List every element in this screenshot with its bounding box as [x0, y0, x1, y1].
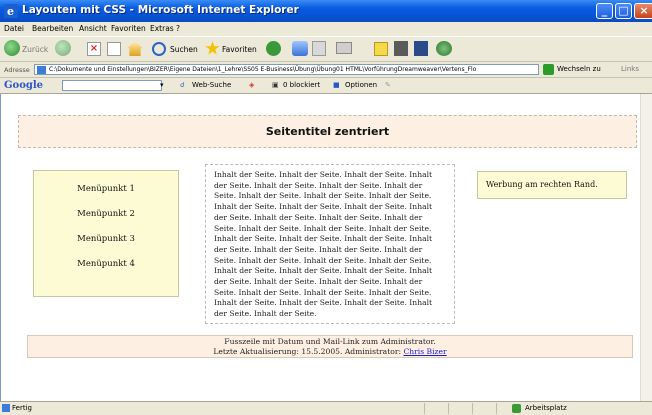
menu-bar: Datei Bearbeiten Ansicht Favoriten Extra…: [0, 22, 652, 36]
popup-blocker-status[interactable]: 0 blockiert: [283, 81, 320, 89]
print-icon[interactable]: [336, 42, 352, 54]
back-arrow-icon[interactable]: [4, 40, 20, 56]
google-search-input[interactable]: [62, 80, 162, 91]
maximize-button[interactable]: □: [615, 3, 632, 19]
main-content: Inhalt der Seite. Inhalt der Seite. Inha…: [205, 164, 455, 324]
mail-icon[interactable]: [312, 41, 326, 56]
security-zone: Arbeitsplatz: [525, 404, 567, 412]
links-button[interactable]: Links: [621, 65, 639, 73]
highlighter-icon[interactable]: ✎: [385, 81, 391, 89]
vertical-scrollbar[interactable]: [640, 94, 652, 401]
search-icon[interactable]: [152, 42, 166, 56]
options-button[interactable]: Optionen: [345, 81, 377, 89]
ad-box: Werbung am rechten Rand.: [477, 171, 627, 199]
forward-arrow-icon[interactable]: [55, 40, 71, 56]
side-menu: Menüpunkt 1 Menüpunkt 2 Menüpunkt 3 Menü…: [33, 170, 179, 297]
history-icon[interactable]: [266, 41, 281, 56]
favorites-star-icon[interactable]: [205, 41, 220, 55]
footer-line-2: Letzte Aktualisierung: 15.5.2005. Admini…: [28, 347, 632, 357]
standard-toolbar: Zurück × Suchen Favoriten: [0, 36, 652, 62]
status-divider: [472, 403, 473, 414]
menu-help[interactable]: ?: [176, 24, 180, 33]
admin-mail-link[interactable]: Chris Bizer: [403, 347, 446, 356]
svg-text:e: e: [7, 5, 14, 18]
go-arrow-icon[interactable]: [543, 64, 554, 75]
page-title: Seitentitel zentriert: [18, 115, 637, 148]
stop-icon[interactable]: ×: [87, 42, 101, 56]
home-icon[interactable]: [127, 42, 143, 56]
menu-favoriten[interactable]: Favoriten: [111, 24, 146, 33]
computer-zone-icon: [512, 404, 521, 413]
menu-extras[interactable]: Extras: [150, 24, 174, 33]
go-button[interactable]: Wechseln zu: [557, 65, 601, 73]
favorites-button-label[interactable]: Favoriten: [222, 45, 257, 63]
web-search-button[interactable]: Web-Suche: [192, 81, 231, 89]
footer-line-1: Fusszeile mit Datum und Mail-Link zum Ad…: [224, 337, 436, 346]
status-divider: [424, 403, 425, 414]
page-footer: Fusszeile mit Datum und Mail-Link zum Ad…: [27, 335, 633, 358]
status-divider: [496, 403, 497, 414]
folder-icon[interactable]: [374, 42, 388, 56]
page-status-icon: [2, 404, 10, 412]
google-toolbar: Google ▾ ☌ Web-Suche ◈ ▣ 0 blockiert ■ O…: [0, 78, 652, 94]
menu-item-2[interactable]: Menüpunkt 2: [34, 209, 178, 219]
footer-update-text: Letzte Aktualisierung: 15.5.2005. Admini…: [213, 347, 404, 356]
edit-icon[interactable]: [394, 41, 408, 56]
menu-ansicht[interactable]: Ansicht: [79, 24, 107, 33]
address-label: Adresse: [4, 66, 30, 74]
close-button[interactable]: ×: [634, 3, 652, 19]
dropdown-chevron-icon[interactable]: ▾: [160, 81, 164, 89]
menu-bearbeiten[interactable]: Bearbeiten: [32, 24, 73, 33]
pagerank-icon[interactable]: ◈: [249, 81, 254, 89]
status-text: Fertig: [12, 404, 32, 412]
menu-item-1[interactable]: Menüpunkt 1: [34, 184, 178, 194]
title-bar[interactable]: e Layouten mit CSS - Microsoft Internet …: [0, 0, 652, 22]
options-icon: ■: [333, 81, 340, 89]
minimize-icon: _: [601, 4, 608, 17]
browser-window: e Layouten mit CSS - Microsoft Internet …: [0, 0, 652, 415]
research-icon[interactable]: [436, 41, 452, 56]
maximize-icon: □: [618, 4, 629, 17]
menu-datei[interactable]: Datei: [4, 24, 24, 33]
minimize-button[interactable]: _: [596, 3, 613, 19]
menu-item-3[interactable]: Menüpunkt 3: [34, 234, 178, 244]
status-bar: Fertig Arbeitsplatz: [0, 401, 652, 415]
binoculars-icon: ☌: [180, 81, 185, 89]
window-title: Layouten mit CSS - Microsoft Internet Ex…: [22, 4, 299, 16]
address-bar: Adresse C:\Dokumente und Einstellungen\B…: [0, 62, 652, 78]
messenger-icon[interactable]: [414, 41, 428, 56]
google-logo[interactable]: Google: [4, 80, 43, 91]
page-icon: [37, 66, 46, 74]
popup-blocker-icon: ▣: [272, 81, 279, 89]
dropdown-chevron-icon[interactable]: [360, 42, 366, 54]
refresh-icon[interactable]: [107, 42, 121, 56]
status-divider: [448, 403, 449, 414]
address-value: C:\Dokumente und Einstellungen\BIZER\Eig…: [49, 66, 477, 73]
search-button-label[interactable]: Suchen: [170, 45, 198, 63]
ie-logo-icon: e: [4, 4, 18, 18]
media-icon[interactable]: [292, 41, 308, 56]
menu-item-4[interactable]: Menüpunkt 4: [34, 259, 178, 269]
back-button-label[interactable]: Zurück: [22, 45, 48, 63]
address-input[interactable]: C:\Dokumente und Einstellungen\BIZER\Eig…: [34, 64, 539, 75]
close-icon: ×: [639, 4, 649, 17]
